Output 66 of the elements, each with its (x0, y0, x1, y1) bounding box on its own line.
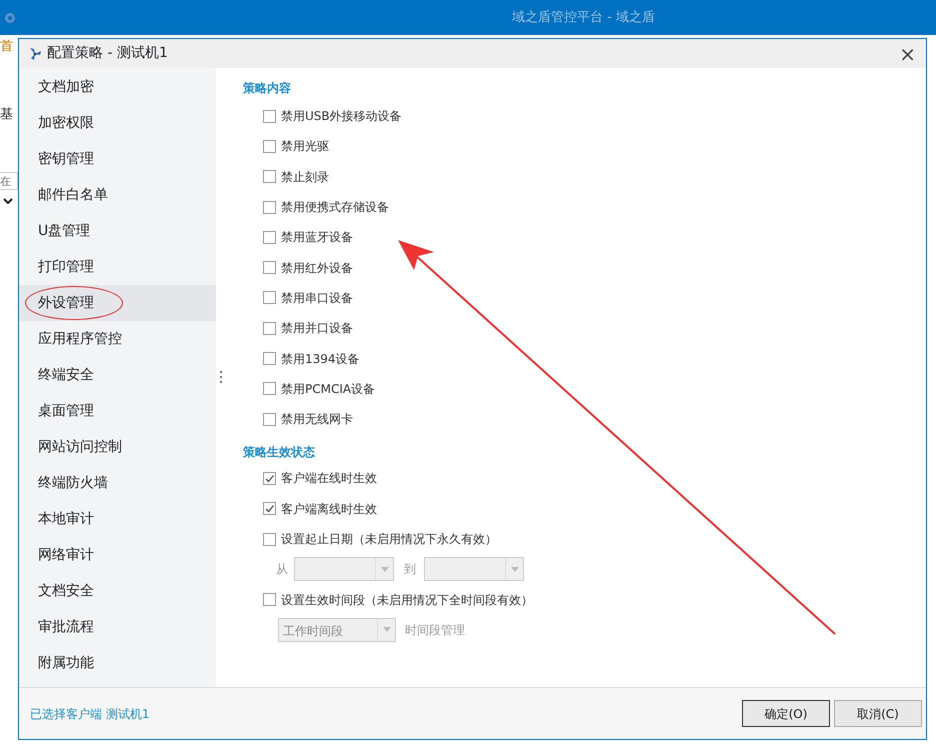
option-label: 设置生效时间段（未启用情况下全时间段有效） (281, 592, 533, 609)
option-label: 禁用红外设备 (281, 260, 353, 277)
sidebar-item[interactable]: 邮件白名单 (19, 177, 216, 213)
dialog-button[interactable]: 取消(C) (834, 700, 922, 727)
option-label: 禁用便携式存储设备 (281, 199, 389, 216)
sidebar-item[interactable]: U盘管理 (19, 213, 216, 249)
sidebar-item[interactable]: 本地审计 (19, 501, 216, 537)
checkbox[interactable] (263, 230, 276, 244)
field-label: 基 (0, 106, 14, 124)
checkbox[interactable] (263, 532, 276, 546)
sidebar-item[interactable]: 网站访问控制 (19, 429, 216, 465)
option-label: 禁用并口设备 (281, 320, 353, 338)
checkbox[interactable] (263, 140, 276, 153)
checkbox[interactable] (263, 472, 276, 485)
splitter-handle[interactable] (219, 370, 223, 384)
option-label: 禁用PCMCIA设备 (281, 380, 376, 398)
checkbox[interactable] (263, 291, 276, 304)
selected-client-status: 已选择客户端 测试机1 (30, 706, 150, 722)
sidebar-item[interactable]: 网络审计 (19, 537, 216, 573)
checkbox[interactable] (263, 412, 276, 426)
checkbox[interactable] (263, 593, 276, 606)
sidebar-item[interactable]: 文档加密 (19, 69, 216, 105)
option-label: 禁用USB外接移动设备 (281, 108, 402, 126)
sidebar-item[interactable]: 审批流程 (19, 609, 216, 645)
close-button[interactable]: × (889, 44, 926, 64)
sidebar-item[interactable]: 文档安全 (19, 573, 216, 609)
section-heading: 策略生效状态 (242, 444, 316, 462)
checkbox[interactable] (263, 382, 276, 396)
checkbox[interactable] (263, 200, 276, 214)
dialog-icon (28, 46, 42, 60)
app-window-title: 域之盾管控平台 - 域之盾 (512, 8, 655, 27)
option-label: 客户端在线时生效 (281, 470, 377, 488)
sidebar-item[interactable]: 密钥管理 (19, 141, 216, 177)
chevron-icon[interactable] (3, 198, 13, 204)
section-heading: 策略内容 (242, 80, 292, 97)
dialog-button[interactable]: 确定(O) (742, 700, 830, 727)
dialog-title: 配置策略 - 测试机1 (47, 44, 168, 63)
checkbox[interactable] (263, 322, 276, 335)
sidebar-item[interactable]: 桌面管理 (19, 393, 216, 429)
option-label: 禁用光驱 (281, 138, 329, 156)
field-label: 到 (404, 561, 416, 578)
search-field[interactable]: 在 (0, 172, 18, 190)
field-label: 从 (276, 561, 288, 578)
sidebar-item[interactable]: 终端防火墙 (19, 465, 216, 501)
option-label: 禁用1394设备 (281, 350, 360, 368)
sidebar-item[interactable]: 附属功能 (19, 645, 216, 681)
checkbox[interactable] (263, 502, 276, 516)
option-label: 禁用无线网卡 (281, 411, 353, 428)
sidebar-item[interactable]: 打印管理 (19, 249, 216, 285)
dropdown-arrow-icon (380, 566, 388, 572)
checkbox[interactable] (263, 352, 276, 366)
sidebar-item[interactable]: 外设管理 (19, 285, 216, 321)
option-label: 禁用串口设备 (281, 290, 353, 307)
sidebar-item[interactable]: 应用程序管控 (19, 321, 216, 357)
sidebar-item[interactable]: 终端安全 (19, 357, 216, 393)
app-logo-icon (4, 12, 16, 24)
option-label: 禁用蓝牙设备 (281, 229, 353, 246)
option-label: 禁止刻录 (281, 168, 329, 186)
checkbox[interactable] (263, 170, 276, 184)
option-label: 客户端离线时生效 (281, 500, 377, 518)
checkbox[interactable] (263, 110, 276, 123)
dropdown-arrow-icon (382, 627, 390, 632)
option-label: 设置起止日期（未启用情况下永久有效） (281, 531, 497, 548)
checkbox[interactable] (263, 261, 276, 274)
dropdown-arrow-icon (510, 566, 518, 572)
sidebar-item[interactable]: 加密权限 (19, 105, 216, 141)
